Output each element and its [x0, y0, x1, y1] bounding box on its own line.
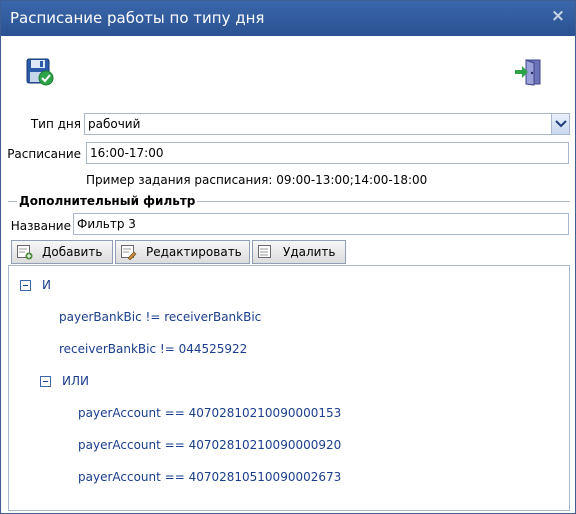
- schedule-label: Расписание: [7, 147, 81, 161]
- filter-name-value: Фильтр 3: [77, 217, 136, 231]
- tree-node-condition[interactable]: receiverBankBic != 044525922: [59, 342, 247, 356]
- edit-button-label: Редактировать: [146, 245, 242, 259]
- tree-node-condition[interactable]: payerBankBic != receiverBankBic: [59, 310, 261, 324]
- schedule-value: 16:00-17:00: [90, 146, 164, 160]
- day-type-label: Тип дня: [30, 117, 81, 131]
- day-type-select[interactable]: рабочий: [84, 113, 570, 135]
- delete-node-icon: [258, 245, 274, 260]
- tree-node-condition[interactable]: payerAccount == 40702810510090002673: [78, 470, 341, 484]
- add-node-icon: [17, 245, 33, 260]
- delete-button-label: Удалить: [283, 245, 336, 259]
- dialog-window: Расписание работы по типу дня × Тип дня …: [0, 0, 576, 514]
- filter-name-input[interactable]: Фильтр 3: [73, 213, 569, 235]
- day-type-value: рабочий: [88, 117, 141, 131]
- chevron-down-icon[interactable]: [551, 114, 569, 134]
- filter-tree: И payerBankBic != receiverBankBic receiv…: [8, 265, 570, 511]
- filter-section-title: Дополнительный фильтр: [17, 194, 198, 208]
- delete-button[interactable]: Удалить: [252, 240, 346, 264]
- schedule-hint: Пример задания расписания: 09:00-13:00;1…: [86, 173, 428, 187]
- dialog-body: Тип дня рабочий Расписание 16:00-17:00 П…: [3, 37, 573, 513]
- tree-node-condition[interactable]: payerAccount == 40702810210090000153: [78, 406, 341, 420]
- tree-node-condition[interactable]: payerAccount == 40702810210090000920: [78, 438, 341, 452]
- exit-door-icon[interactable]: [513, 57, 543, 87]
- tree-node-and[interactable]: И: [42, 278, 51, 292]
- close-icon[interactable]: ×: [550, 7, 566, 25]
- add-button-label: Добавить: [42, 245, 103, 259]
- edit-node-icon: [121, 245, 137, 261]
- title-bar: Расписание работы по типу дня ×: [1, 1, 575, 36]
- tree-node-or[interactable]: ИЛИ: [62, 374, 89, 388]
- schedule-input[interactable]: 16:00-17:00: [86, 142, 569, 164]
- filter-name-label: Название: [10, 219, 71, 233]
- add-button[interactable]: Добавить: [11, 240, 113, 264]
- collapse-toggle-icon[interactable]: [40, 376, 51, 387]
- edit-button[interactable]: Редактировать: [115, 240, 250, 264]
- window-title: Расписание работы по типу дня: [10, 9, 265, 27]
- collapse-toggle-icon[interactable]: [20, 280, 31, 291]
- save-check-icon[interactable]: [25, 57, 55, 87]
